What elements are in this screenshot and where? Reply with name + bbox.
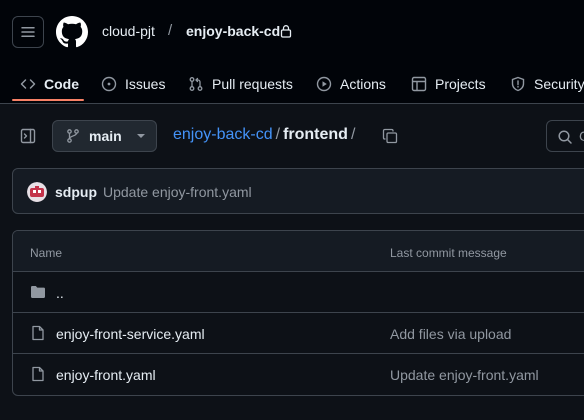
- file-table: Name Last commit message .. enjoy-front-…: [12, 230, 584, 396]
- github-logo-icon[interactable]: [56, 16, 88, 48]
- tab-label: Actions: [340, 75, 386, 92]
- file-path-breadcrumb: enjoy-back-cd / frontend /: [173, 126, 358, 144]
- table-header: Name Last commit message: [13, 231, 584, 272]
- branch-selector-button[interactable]: main: [52, 120, 157, 152]
- latest-commit-bar: sdpup Update enjoy-front.yaml: [12, 168, 584, 214]
- path-repo-link[interactable]: enjoy-back-cd: [173, 126, 273, 143]
- folder-icon: [30, 284, 46, 300]
- play-icon: [316, 76, 332, 92]
- tab-actions[interactable]: Actions: [316, 64, 386, 103]
- tab-label: Issues: [125, 75, 166, 92]
- file-icon: [30, 366, 46, 382]
- code-icon: [20, 76, 36, 92]
- tab-issues[interactable]: Issues: [101, 64, 165, 103]
- tab-label: Code: [44, 75, 79, 92]
- search-icon: [557, 129, 573, 145]
- branch-name: main: [89, 128, 122, 144]
- tab-label: Pull requests: [212, 75, 293, 92]
- triangle-down-icon: [136, 133, 146, 139]
- tab-projects[interactable]: Projects: [411, 64, 486, 103]
- row-name[interactable]: ..: [56, 285, 64, 301]
- breadcrumb-separator: /: [168, 22, 173, 39]
- avatar[interactable]: [27, 182, 47, 202]
- column-header-commit: Last commit message: [390, 246, 507, 260]
- search-label-partial: G: [579, 128, 584, 144]
- table-row-parent-dir[interactable]: ..: [13, 272, 584, 313]
- table-row[interactable]: enjoy-front.yaml Update enjoy-front.yaml: [13, 354, 584, 395]
- tab-pull-requests[interactable]: Pull requests: [188, 64, 293, 103]
- path-separator: /: [350, 126, 356, 143]
- owner-link[interactable]: cloud-pjt: [102, 23, 155, 39]
- shield-icon: [510, 76, 526, 92]
- file-icon: [30, 325, 46, 341]
- repo-tabs: Code Issues Pull requests Actions Projec…: [0, 64, 584, 104]
- sidebar-expand-icon[interactable]: [20, 128, 36, 144]
- column-header-name: Name: [30, 246, 63, 260]
- row-commit-message[interactable]: Update enjoy-front.yaml: [390, 367, 539, 383]
- row-name[interactable]: enjoy-front-service.yaml: [56, 326, 205, 342]
- tab-label: Security: [534, 75, 584, 92]
- commit-author[interactable]: sdpup: [55, 184, 97, 200]
- table-row[interactable]: enjoy-front-service.yaml Add files via u…: [13, 313, 584, 354]
- lock-icon: [280, 24, 292, 38]
- commit-message[interactable]: Update enjoy-front.yaml: [103, 184, 252, 200]
- active-tab-indicator: [12, 99, 84, 101]
- table-icon: [411, 76, 427, 92]
- copy-icon[interactable]: [382, 128, 398, 144]
- go-to-file-button[interactable]: G: [546, 120, 584, 152]
- row-name[interactable]: enjoy-front.yaml: [56, 367, 156, 383]
- app-header: cloud-pjt / enjoy-back-cd: [0, 0, 584, 64]
- git-pull-request-icon: [188, 76, 204, 92]
- menu-button[interactable]: [12, 16, 44, 48]
- tab-security[interactable]: Security: [510, 64, 584, 103]
- row-commit-message[interactable]: Add files via upload: [390, 326, 511, 342]
- hamburger-icon: [21, 27, 35, 37]
- repo-link[interactable]: enjoy-back-cd: [186, 23, 280, 39]
- issue-opened-icon: [101, 76, 117, 92]
- tab-label: Projects: [435, 75, 486, 92]
- tab-code[interactable]: Code: [20, 64, 79, 103]
- git-branch-icon: [65, 128, 81, 144]
- path-current-dir: frontend: [283, 126, 348, 143]
- path-separator: /: [275, 126, 281, 143]
